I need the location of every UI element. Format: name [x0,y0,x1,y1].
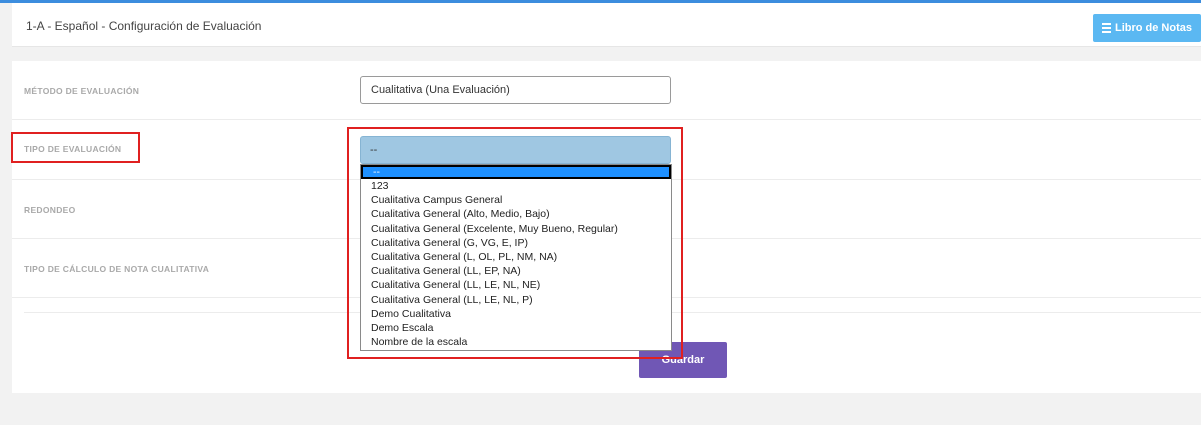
highlight-box-label [11,132,140,163]
highlight-box-select [347,127,683,359]
bars-icon [1101,23,1111,33]
metodo-evaluacion-value: Cualitativa (Una Evaluación) [371,84,510,96]
libro-de-notas-label: Libro de Notas [1114,22,1192,34]
header-panel: 1-A - Español - Configuración de Evaluac… [12,3,1201,47]
metodo-evaluacion-label: MÉTODO DE EVALUACIÓN [24,86,140,96]
libro-de-notas-button[interactable]: Libro de Notas [1093,14,1201,42]
redondeo-label: REDONDEO [24,205,76,215]
tipo-calculo-label: TIPO DE CÁLCULO DE NOTA CUALITATIVA [24,264,210,274]
page-title: 1-A - Español - Configuración de Evaluac… [26,19,262,33]
row-divider [12,119,1201,120]
metodo-evaluacion-select[interactable]: Cualitativa (Una Evaluación) [360,76,671,104]
